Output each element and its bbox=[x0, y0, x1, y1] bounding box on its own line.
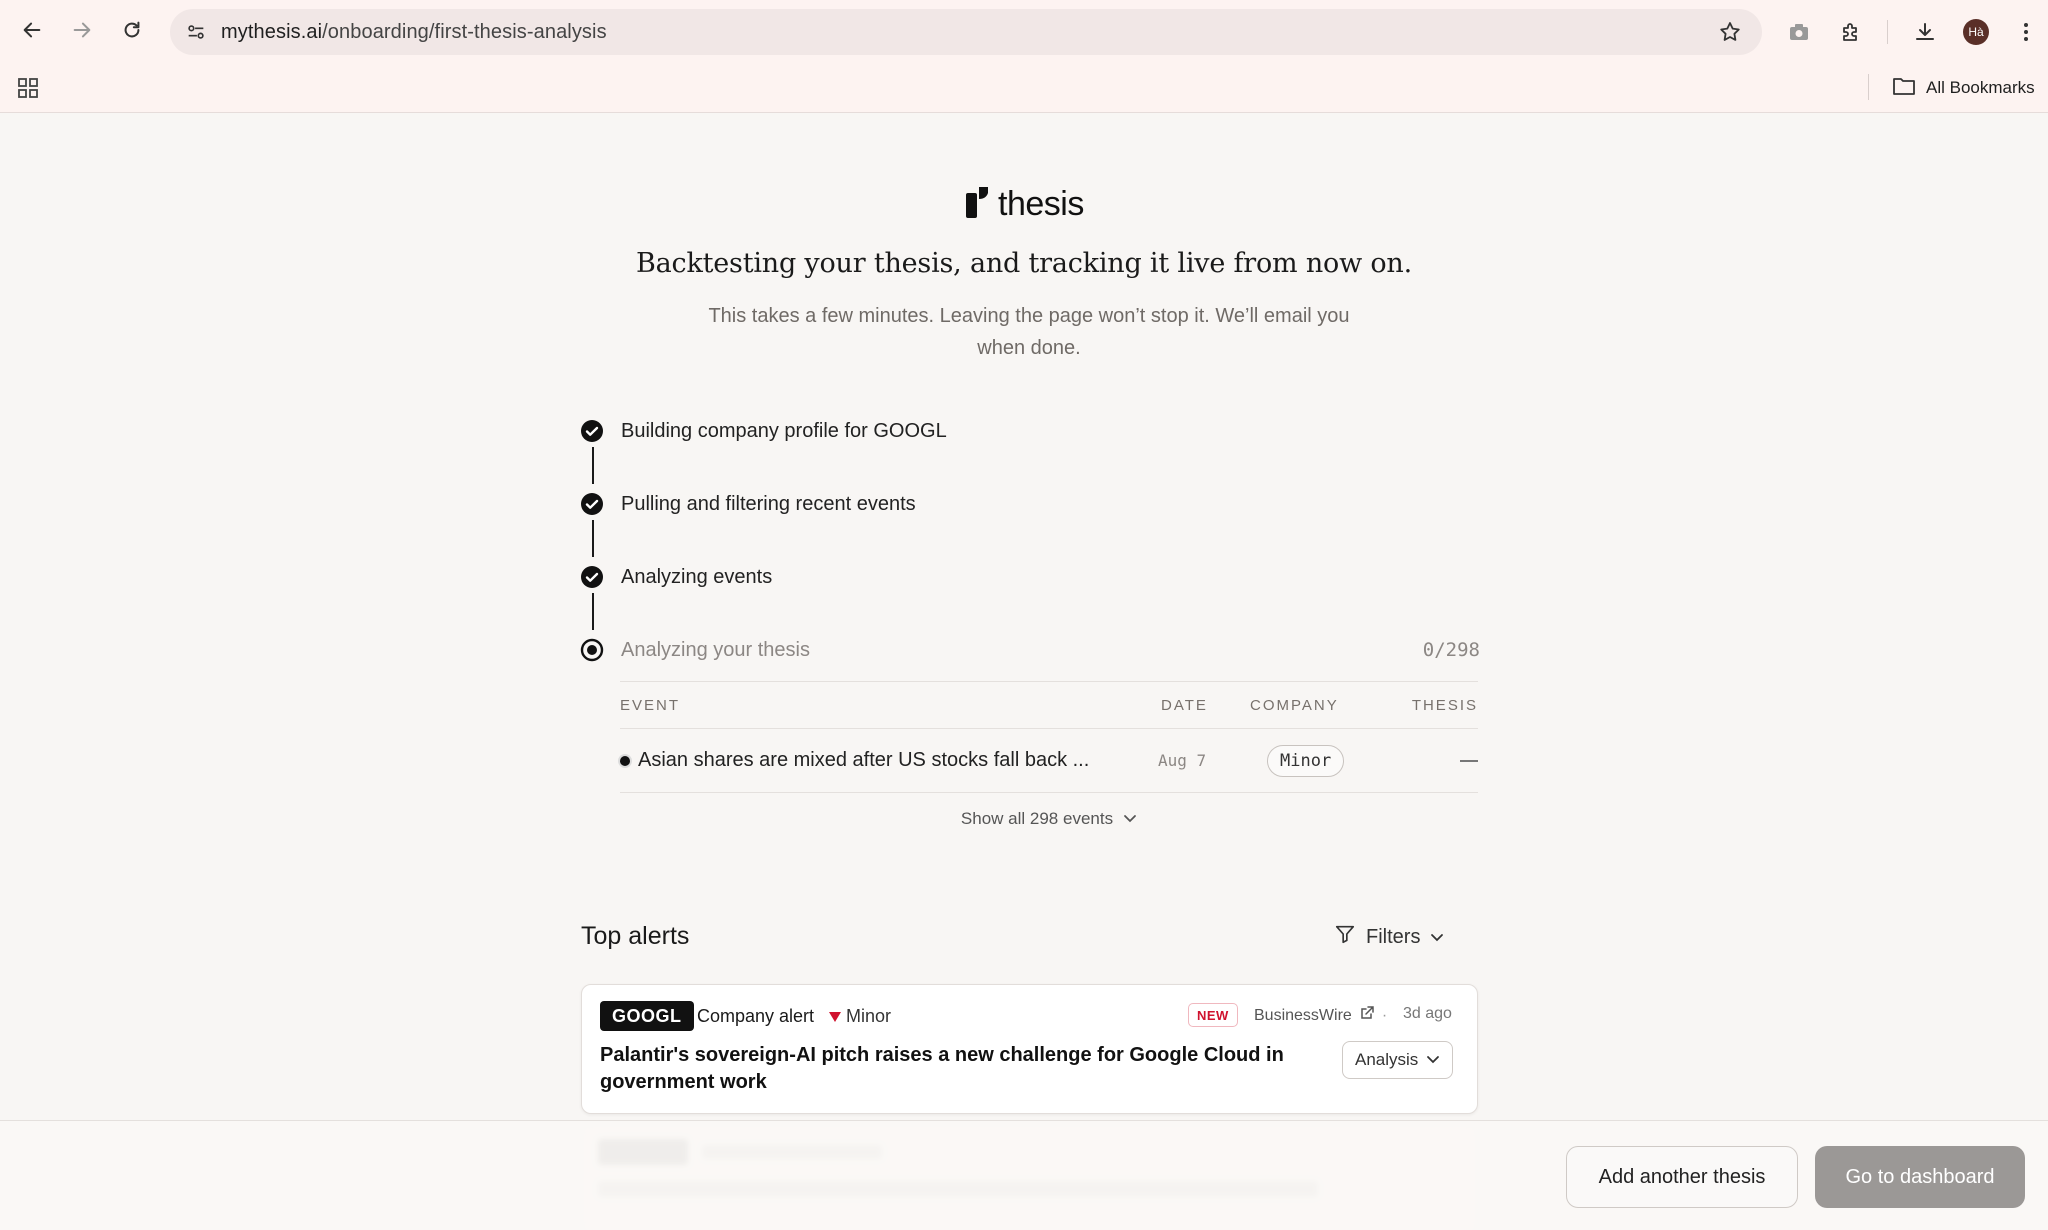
alert-type: Company alert bbox=[697, 1006, 815, 1026]
alert-title: Palantir's sovereign-AI pitch raises a n… bbox=[600, 1044, 1284, 1093]
folder-icon bbox=[1892, 76, 1916, 101]
step-label: Analyzing events bbox=[621, 565, 773, 588]
chevron-down-icon bbox=[1430, 926, 1444, 949]
extensions-icon[interactable] bbox=[1833, 14, 1869, 50]
all-bookmarks-button[interactable]: All Bookmarks bbox=[1892, 74, 2035, 102]
event-date: Aug 7 bbox=[1158, 751, 1207, 770]
chevron-down-icon bbox=[1426, 1050, 1440, 1070]
apps-grid-icon[interactable] bbox=[14, 76, 42, 100]
company-impact-pill: Minor bbox=[1267, 745, 1345, 777]
page-subtext: This takes a few minutes. Leaving the pa… bbox=[708, 305, 1350, 359]
show-all-events-button[interactable]: Show all 298 events bbox=[525, 809, 1573, 829]
go-to-dashboard-button[interactable]: Go to dashboard bbox=[1815, 1146, 2025, 1208]
alert-card[interactable]: GOOGL Company alert Minor NEW BusinessWi… bbox=[581, 984, 1478, 1114]
step-label: Analyzing your thesis bbox=[621, 638, 810, 661]
chevron-down-icon bbox=[1123, 809, 1137, 829]
filter-funnel-icon bbox=[1334, 923, 1356, 951]
step-label: Pulling and filtering recent events bbox=[621, 492, 916, 515]
event-title: Asian shares are mixed after US stocks f… bbox=[638, 749, 1090, 771]
thesis-logo: thesis bbox=[964, 182, 1084, 226]
column-header-event: EVENT bbox=[620, 697, 681, 714]
step-connector bbox=[592, 520, 594, 557]
address-bar[interactable]: mythesis.ai/onboarding/first-thesis-anal… bbox=[170, 9, 1762, 55]
reload-icon bbox=[121, 19, 143, 46]
severity-indicator: Minor bbox=[829, 1006, 891, 1027]
bookmark-star-icon[interactable] bbox=[1716, 18, 1744, 46]
source-link[interactable]: BusinessWire · bbox=[1254, 1005, 1387, 1026]
filters-button[interactable]: Filters bbox=[1334, 922, 1444, 952]
reload-button[interactable] bbox=[114, 14, 150, 50]
event-status-dot bbox=[620, 756, 630, 766]
bookmarks-divider bbox=[1868, 74, 1869, 100]
severity-down-triangle-icon bbox=[829, 1011, 841, 1022]
toolbar-divider bbox=[1887, 20, 1888, 44]
site-settings-icon[interactable] bbox=[182, 18, 210, 46]
back-button[interactable] bbox=[14, 14, 50, 50]
table-row[interactable]: Asian shares are mixed after US stocks f… bbox=[620, 729, 1478, 793]
profile-avatar[interactable]: Hà bbox=[1963, 19, 1989, 45]
thesis-empty-dash bbox=[1460, 760, 1478, 762]
step-connector bbox=[592, 593, 594, 630]
step-item: Building company profile for GOOGL bbox=[580, 414, 1480, 448]
url-text: mythesis.ai/onboarding/first-thesis-anal… bbox=[221, 21, 607, 44]
separator-dot: · bbox=[1381, 1006, 1388, 1024]
check-circle-icon bbox=[580, 492, 604, 516]
all-bookmarks-label: All Bookmarks bbox=[1926, 78, 2035, 97]
new-badge: NEW bbox=[1188, 1003, 1238, 1027]
top-alerts-title: Top alerts bbox=[581, 922, 690, 950]
step-item-active: Analyzing your thesis 0/298 bbox=[580, 633, 1480, 667]
page-headline: Backtesting your thesis, and tracking it… bbox=[635, 248, 1412, 279]
step-label: Building company profile for GOOGL bbox=[621, 419, 947, 442]
column-header-company: COMPANY bbox=[1250, 697, 1339, 714]
step-connector bbox=[592, 447, 594, 484]
onboarding-page: thesis Backtesting your thesis, and trac… bbox=[0, 114, 2048, 1230]
in-progress-circle-icon bbox=[580, 638, 604, 662]
brand-name: thesis bbox=[998, 184, 1084, 223]
severity-label: Minor bbox=[846, 1006, 892, 1026]
analysis-label: Analysis bbox=[1355, 1050, 1419, 1069]
thesis-logo-mark-icon bbox=[964, 185, 990, 224]
browser-chrome: mythesis.ai/onboarding/first-thesis-anal… bbox=[0, 0, 2048, 113]
show-all-label: Show all 298 events bbox=[960, 809, 1114, 828]
filters-label: Filters bbox=[1366, 925, 1421, 948]
column-header-thesis: THESIS bbox=[1411, 697, 1478, 714]
table-header: EVENT DATE COMPANY THESIS bbox=[620, 681, 1478, 729]
menu-kebab-icon[interactable] bbox=[2008, 14, 2044, 50]
column-header-date: DATE bbox=[1161, 697, 1208, 714]
url-domain: mythesis.ai bbox=[221, 21, 323, 43]
progress-count: 0/298 bbox=[1422, 639, 1480, 661]
download-icon[interactable] bbox=[1907, 14, 1943, 50]
source-name: BusinessWire bbox=[1254, 1006, 1352, 1024]
step-item: Analyzing events bbox=[580, 560, 1480, 594]
alert-age: 3d ago bbox=[1403, 1005, 1452, 1022]
screenshot-icon[interactable] bbox=[1781, 14, 1817, 50]
add-another-thesis-button[interactable]: Add another thesis bbox=[1566, 1146, 1798, 1208]
external-link-icon bbox=[1359, 1005, 1375, 1026]
analysis-dropdown[interactable]: Analysis bbox=[1342, 1041, 1454, 1079]
ticker-badge: GOOGL bbox=[600, 1001, 694, 1031]
forward-button[interactable] bbox=[64, 14, 100, 50]
step-item: Pulling and filtering recent events bbox=[580, 487, 1480, 521]
arrow-left-icon bbox=[21, 19, 43, 46]
url-path: /onboarding/first-thesis-analysis bbox=[322, 21, 607, 43]
check-circle-icon bbox=[580, 565, 604, 589]
check-circle-icon bbox=[580, 419, 604, 443]
arrow-right-icon bbox=[71, 19, 93, 46]
